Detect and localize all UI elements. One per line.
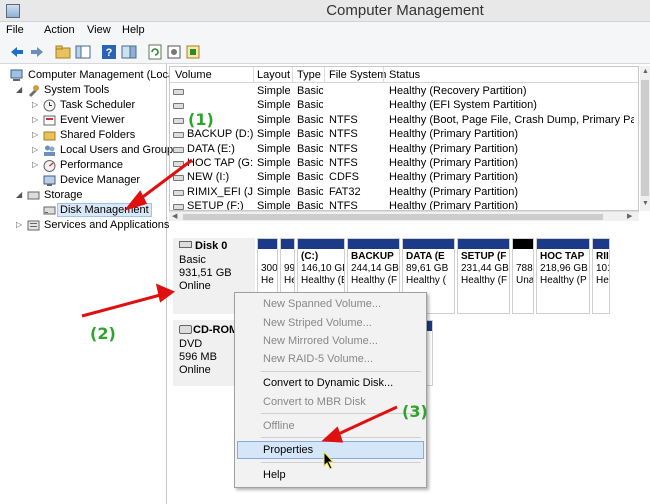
annotation-3: (3) <box>402 402 428 421</box>
mouse-cursor-icon <box>323 450 335 470</box>
arrow-3-head <box>321 426 344 443</box>
annotation-2: (2) <box>90 324 116 343</box>
arrow-2-head <box>155 283 176 303</box>
annotation-1: (1) <box>188 110 214 129</box>
arrow-3 <box>333 405 398 438</box>
annotation-arrows <box>81 158 398 470</box>
arrow-1 <box>135 158 193 204</box>
arrow-2 <box>81 292 165 318</box>
arrow-1-head <box>123 190 148 211</box>
